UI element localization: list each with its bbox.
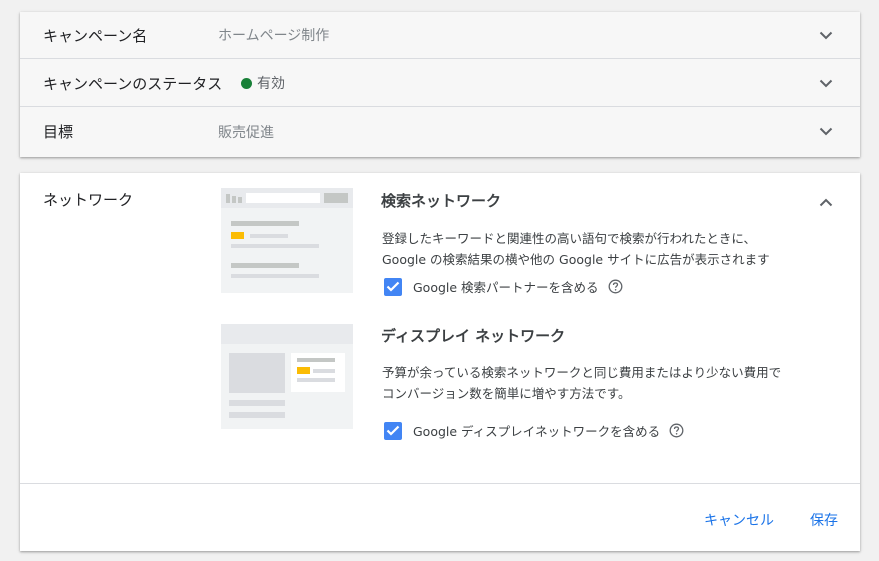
- illus-result-line: [250, 234, 288, 238]
- campaign-goal-row[interactable]: 目標 販売促進: [20, 108, 860, 155]
- campaign-name-label: キャンペーン名: [43, 26, 148, 45]
- illus-ad-badge: [231, 232, 244, 239]
- network-section-label: ネットワーク: [43, 191, 134, 209]
- illus-ad-line: [313, 369, 335, 373]
- footer-divider: [20, 483, 860, 484]
- cancel-button[interactable]: キャンセル: [704, 510, 774, 530]
- campaign-name-value: ホームページ制作: [218, 28, 330, 44]
- display-network-title: ディスプレイ ネットワーク: [381, 327, 566, 345]
- illus-search-box: [246, 193, 320, 203]
- chevron-down-icon[interactable]: [819, 125, 833, 139]
- illus-logo-block: [226, 194, 230, 203]
- campaign-goal-value: 販売促進: [218, 124, 274, 141]
- chevron-down-icon[interactable]: [819, 76, 833, 90]
- search-network-description: 登録したキーワードと関連性の高い語句で検索が行われたときに、Google の検索…: [382, 231, 770, 267]
- campaign-status-value: 有効: [241, 73, 285, 93]
- illus-logo-block: [238, 197, 242, 203]
- chevron-up-icon[interactable]: [819, 195, 833, 209]
- chevron-down-icon[interactable]: [819, 28, 833, 42]
- illus-result-title: [231, 263, 299, 268]
- search-partners-label[interactable]: Google 検索パートナーを含める: [413, 277, 599, 296]
- status-text: 有効: [257, 76, 285, 92]
- illus-ad-badge: [297, 367, 310, 374]
- illus-content-block: [229, 353, 285, 393]
- display-network-description: 予算が余っている検索ネットワークと同じ費用またはより少ない費用でコンバージョン数…: [382, 365, 782, 401]
- illus-search-button: [324, 193, 348, 203]
- illus-content-line: [229, 412, 285, 418]
- illus-logo-block: [232, 196, 236, 203]
- display-network-checkbox[interactable]: [384, 421, 402, 440]
- illus-header-bar: [221, 324, 353, 344]
- display-network-label[interactable]: Google ディスプレイネットワークを含める: [413, 421, 660, 440]
- display-network-illustration: [221, 324, 353, 429]
- search-network-illustration: [221, 188, 353, 293]
- network-settings-panel: ネットワーク 検索ネットワーク 登録したキーワードと関連性の高い語句で検索が行わ…: [20, 173, 860, 551]
- campaign-status-label: キャンペーンのステータス: [43, 74, 223, 93]
- search-network-title: 検索ネットワーク: [381, 192, 502, 210]
- help-circle-icon[interactable]: [669, 423, 684, 438]
- illus-ad-line: [297, 378, 335, 382]
- illus-ad-line: [297, 358, 335, 362]
- search-partners-checkbox[interactable]: [384, 277, 402, 296]
- display-network-option[interactable]: Google ディスプレイネットワークを含める: [384, 421, 684, 440]
- illus-result-line: [231, 244, 319, 248]
- campaign-goal-label: 目標: [43, 123, 74, 141]
- illus-content-line: [229, 400, 285, 406]
- illus-result-title: [231, 221, 299, 226]
- save-button[interactable]: 保存: [810, 510, 838, 530]
- campaign-name-row[interactable]: キャンペーン名 ホームページ制作: [20, 12, 860, 59]
- campaign-status-row[interactable]: キャンペーンのステータス 有効: [20, 60, 860, 107]
- search-partners-option[interactable]: Google 検索パートナーを含める: [384, 277, 623, 296]
- status-dot-icon: [241, 77, 252, 89]
- help-circle-icon[interactable]: [608, 279, 623, 294]
- campaign-summary-panel: キャンペーン名 ホームページ制作 キャンペーンのステータス 有効 目標 販売促進: [20, 12, 860, 157]
- illus-result-line: [231, 274, 319, 278]
